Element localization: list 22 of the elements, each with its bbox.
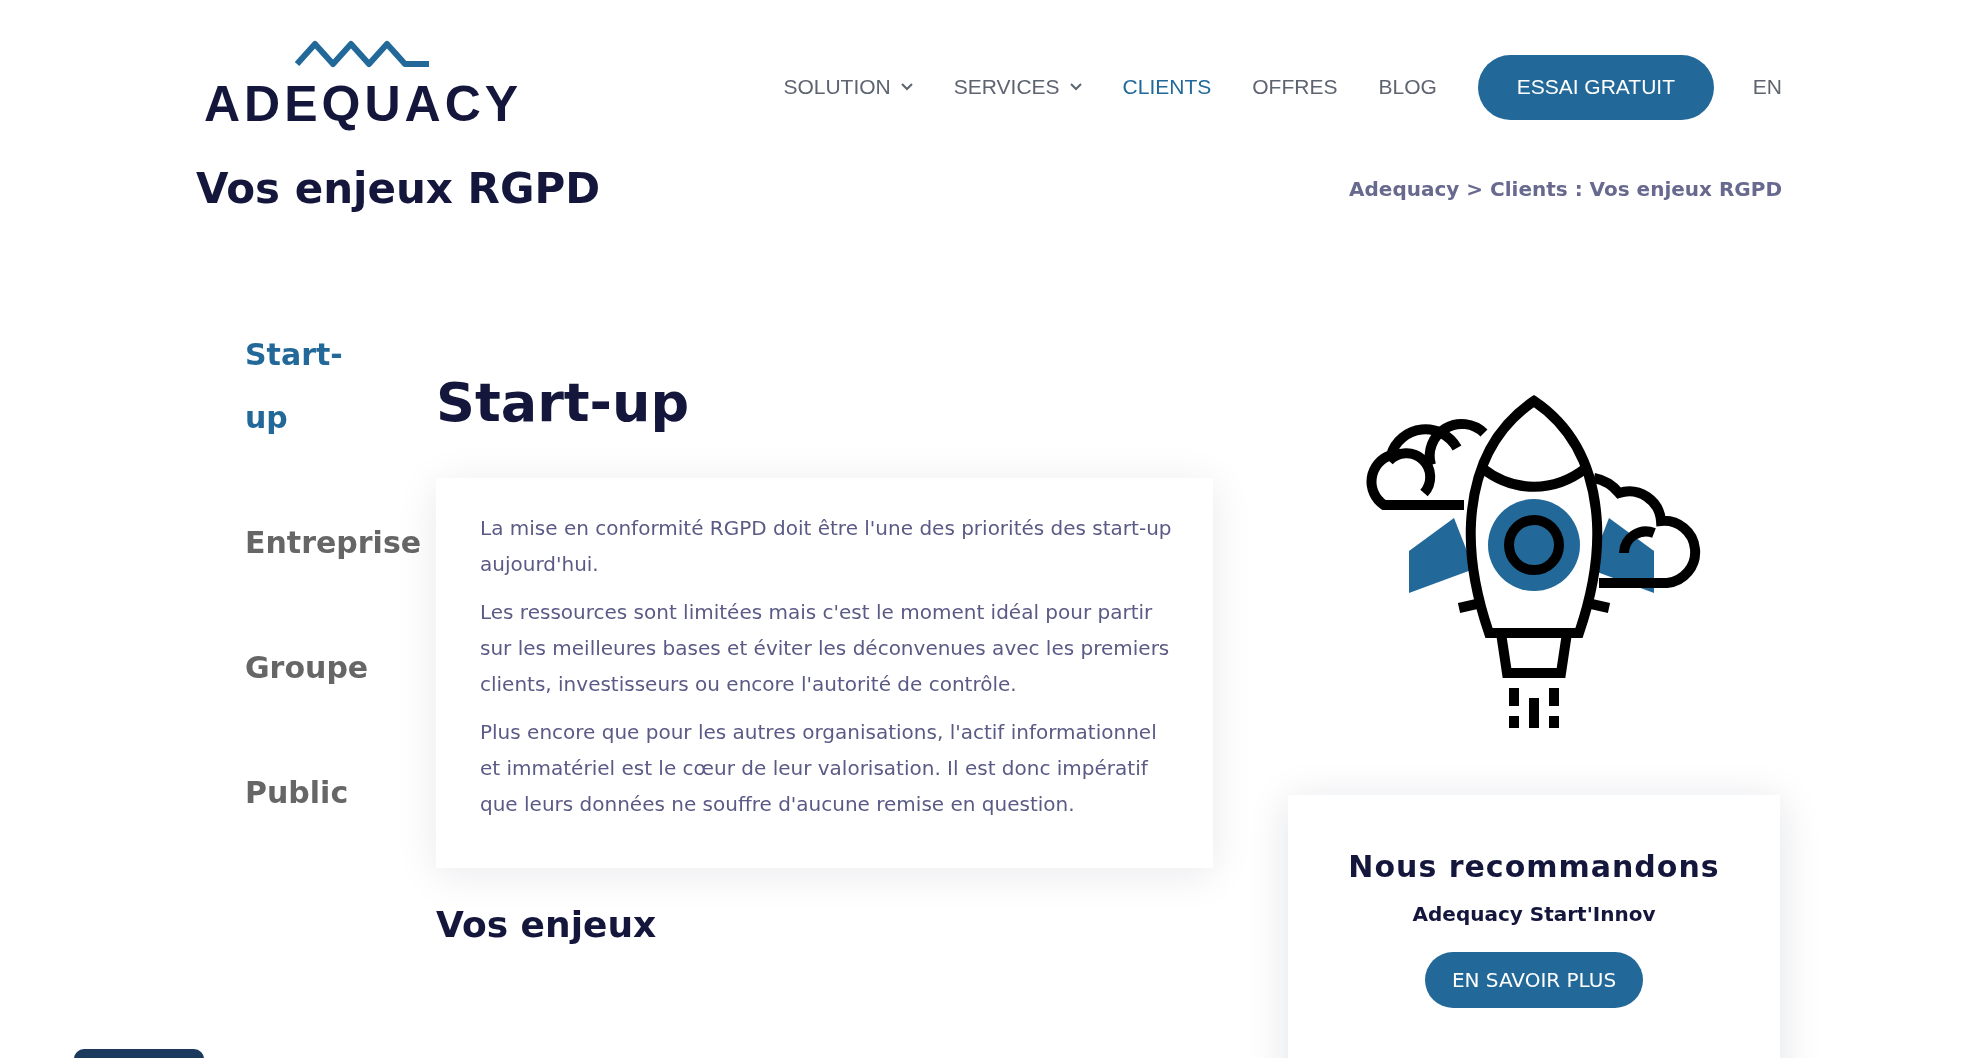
paragraph: Plus encore que pour les autres organisations, l'actif informationnel et immatériel est le cœur de leur valorisation. Il est donc impératif que leurs données ne souffre d'aucune remise en question. <box>480 719 1158 818</box>
learn-more-button[interactable]: EN SAVOIR PLUS <box>1425 952 1643 1008</box>
page-title: Vos enjeux RGPD <box>196 164 601 213</box>
breadcrumb: Adequacy > Clients : Vos enjeux RGPD <box>1349 176 1782 201</box>
section-heading: Start-up <box>436 371 691 434</box>
paragraph: Les ressources sont limitées mais c'est le moment idéal pour partir sur les meilleures bases et éviter les déconvenues avec les premiers clients, investisseurs ou encore l'autorité de contrôle. <box>480 599 1171 698</box>
nav-link[interactable]: SOLUTION <box>783 75 913 99</box>
side-tab[interactable]: Groupe <box>245 636 369 699</box>
nav-link[interactable]: CLIENTS <box>1122 75 1212 99</box>
logo[interactable]: ADEQUACY <box>200 38 527 136</box>
paragraph: La mise en conformité RGPD doit être l'une des priorités des start-up aujourd'hui. <box>480 515 1173 578</box>
side-tab[interactable]: Entreprise <box>245 511 422 574</box>
nav-link[interactable]: BLOG <box>1378 75 1437 99</box>
recommendation-title: Nous recommandons <box>1348 849 1720 884</box>
nav-link[interactable]: SERVICES <box>953 75 1082 99</box>
language-link[interactable]: EN <box>1752 75 1782 99</box>
free-trial-button[interactable]: ESSAI GRATUIT <box>1477 54 1714 120</box>
nav-link[interactable]: OFFRES <box>1252 75 1338 99</box>
section-subheading: Vos enjeux <box>436 904 658 945</box>
side-tab[interactable]: Public <box>245 761 349 824</box>
side-tab[interactable]: Start-up <box>245 323 343 449</box>
product-name: Adequacy Start'Innov <box>1412 902 1656 926</box>
